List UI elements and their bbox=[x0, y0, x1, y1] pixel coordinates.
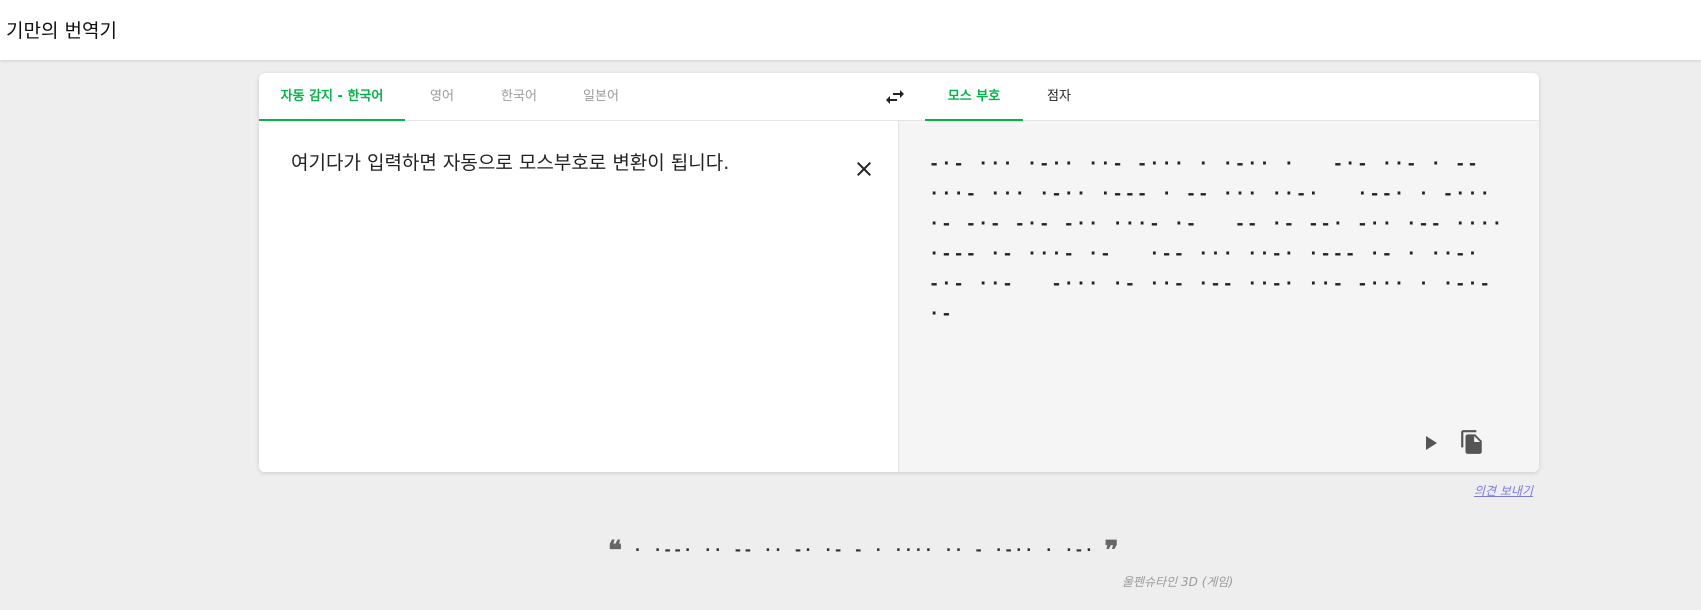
tab-korean[interactable]: 한국어 bbox=[479, 73, 559, 121]
swap-languages-button[interactable] bbox=[883, 85, 907, 109]
translator-card: 자동 감지 - 한국어 영어 한국어 일본어 모스 부호 점자 여기다가 입력하… bbox=[259, 73, 1539, 472]
tab-auto-detect[interactable]: 자동 감지 - 한국어 bbox=[259, 73, 405, 122]
source-pane[interactable]: 여기다가 입력하면 자동으로 모스부호로 변환이 됩니다. bbox=[259, 121, 899, 472]
open-quote-mark: ❝ bbox=[608, 536, 623, 566]
tab-morse-code[interactable]: 모스 부호 bbox=[925, 73, 1023, 122]
tab-english[interactable]: 영어 bbox=[405, 73, 479, 121]
morse-result-text: -·- ··· ·-·· ··- -··· · ·-·· · -·- ··- ·… bbox=[929, 154, 1517, 324]
morse-quote: ❝ · ·--· ·· -- ·· -· ·- - · ···· ·· - ·-… bbox=[608, 536, 1208, 566]
result-pane: -·- ··· ·-·· ··- -··· · ·-·· · -·- ··- ·… bbox=[899, 121, 1539, 472]
app-title: 기만의 번역기 bbox=[6, 19, 117, 42]
close-quote-mark: ❞ bbox=[1104, 536, 1120, 566]
source-text-input[interactable]: 여기다가 입력하면 자동으로 모스부호로 변환이 됩니다. bbox=[291, 149, 851, 177]
tab-japanese[interactable]: 일본어 bbox=[559, 73, 643, 121]
play-icon bbox=[1426, 436, 1437, 450]
quote-text: · ·--· ·· -- ·· -· ·- - · ···· ·· - ·-··… bbox=[633, 541, 1095, 559]
copy-button[interactable] bbox=[1459, 429, 1485, 455]
top-bar: 기만의 번역기 bbox=[0, 0, 1701, 60]
clear-button[interactable] bbox=[852, 157, 876, 181]
swap-arrows-icon bbox=[886, 90, 904, 104]
tab-braille[interactable]: 점자 bbox=[1023, 73, 1095, 121]
language-tabs: 자동 감지 - 한국어 영어 한국어 일본어 모스 부호 점자 bbox=[259, 73, 1539, 122]
copy-icon bbox=[1461, 430, 1482, 454]
feedback-link[interactable]: 의견 보내기 bbox=[1474, 482, 1533, 499]
quote-source: 울펜슈타인 3D (게임) bbox=[1122, 575, 1234, 589]
play-button[interactable] bbox=[1418, 431, 1442, 455]
close-icon bbox=[857, 162, 871, 176]
